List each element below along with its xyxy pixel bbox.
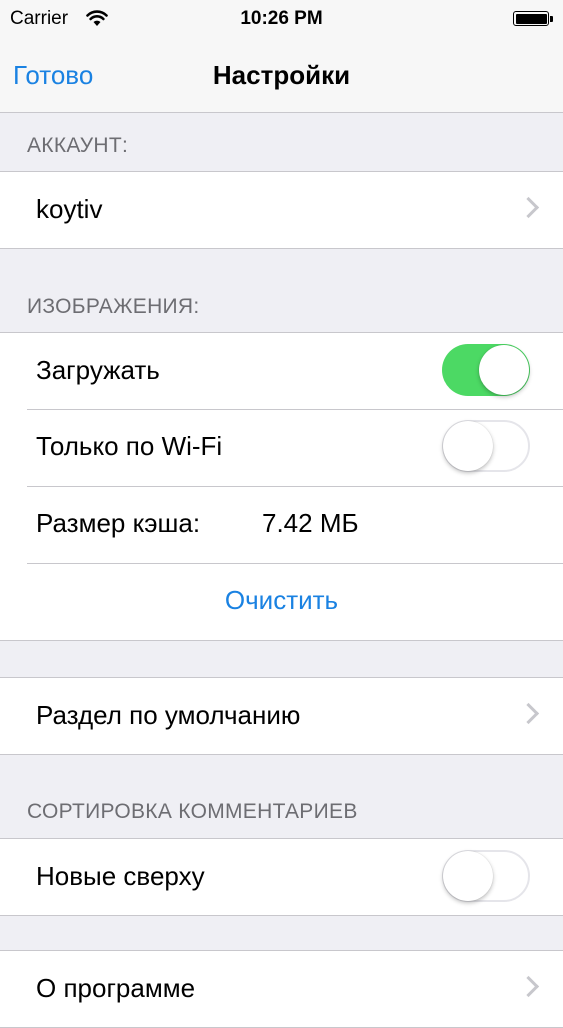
toggle-knob: [443, 421, 493, 471]
cache-size-value: 7.42 МБ: [262, 508, 359, 538]
download-images-row: Загружать: [0, 333, 563, 409]
chevron-right-icon: [517, 975, 540, 998]
wifi-only-label: Только по Wi-Fi: [36, 431, 223, 461]
wifi-only-row: Только по Wi-Fi: [0, 409, 563, 486]
wifi-only-toggle[interactable]: [442, 420, 530, 472]
clear-cache-row[interactable]: Очистить: [0, 563, 563, 640]
images-group: Загружать Только по Wi-Fi Размер кэша: 7…: [0, 332, 563, 641]
top-bar: Carrier 10:26 PM Готово Настройки: [0, 0, 563, 113]
download-images-label: Загружать: [36, 355, 160, 385]
battery-fill: [515, 13, 547, 24]
cache-size-row: Размер кэша: 7.42 МБ: [0, 486, 563, 563]
battery-tip: [550, 16, 553, 22]
about-row[interactable]: О программе: [0, 951, 563, 1027]
account-group: koytiv: [0, 171, 563, 249]
default-section-label: Раздел по умолчанию: [36, 700, 301, 730]
page-title: Настройки: [212, 60, 351, 90]
section-header-comments-sort: СОРТИРОВКА КОММЕНТАРИЕВ: [27, 800, 358, 823]
clear-cache-button[interactable]: Очистить: [0, 585, 563, 616]
newest-first-row: Новые сверху: [0, 839, 563, 915]
account-row[interactable]: koytiv: [0, 172, 563, 248]
status-time: 10:26 PM: [240, 8, 323, 29]
toggle-knob: [479, 345, 529, 395]
download-images-toggle[interactable]: [442, 344, 530, 396]
default-section-group: Раздел по умолчанию: [0, 677, 563, 755]
cache-size-label: Размер кэша:: [36, 508, 201, 538]
newest-first-toggle[interactable]: [442, 850, 530, 902]
status-bar: Carrier 10:26 PM: [0, 0, 563, 38]
newest-first-label: Новые сверху: [36, 861, 205, 891]
section-header-images: ИЗОБРАЖЕНИЯ:: [27, 295, 200, 318]
navigation-bar: Готово Настройки: [0, 38, 563, 112]
account-username: koytiv: [36, 194, 103, 224]
toggle-knob: [443, 851, 493, 901]
chevron-right-icon: [517, 702, 540, 725]
comments-sort-group: Новые сверху: [0, 838, 563, 916]
section-header-account: АККАУНТ:: [27, 134, 129, 157]
chevron-right-icon: [517, 196, 540, 219]
about-group: О программе: [0, 950, 563, 1028]
default-section-row[interactable]: Раздел по умолчанию: [0, 678, 563, 754]
battery-icon: [513, 11, 553, 26]
about-label: О программе: [36, 973, 196, 1003]
